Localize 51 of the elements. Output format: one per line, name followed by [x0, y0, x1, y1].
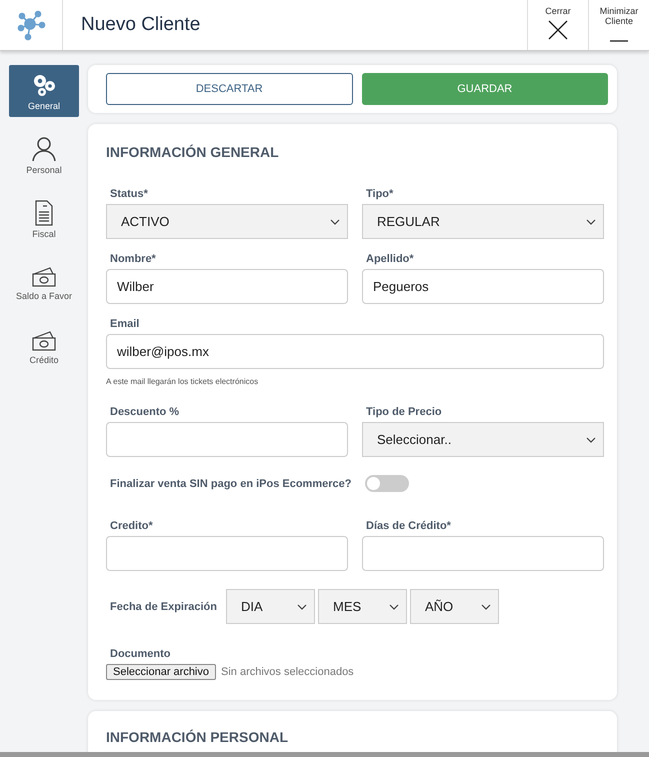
sidebar-item[interactable]: Fiscal	[9, 193, 79, 245]
field-label: Días de Crédito*	[365, 520, 452, 532]
chevron-down-icon	[481, 604, 491, 610]
header-button[interactable]: Minimizar Cliente	[588, 0, 649, 50]
file-status: Sin archivos seleccionados	[221, 666, 354, 678]
input-field[interactable]	[362, 536, 604, 571]
chevron-down-icon	[389, 604, 399, 610]
select-field[interactable]: Seleccionar..	[362, 422, 604, 457]
field-label: Descuento %	[109, 406, 180, 418]
sidebar-item[interactable]: Saldo a Favor	[9, 257, 79, 309]
input-field[interactable]: wilber@ipos.mx	[106, 334, 604, 369]
section-title: INFORMACIÓN GENERAL	[106, 144, 280, 160]
sidebar-item[interactable]: Personal	[9, 129, 79, 181]
field-hint: A este mail llegarán los tickets electrónicos	[106, 377, 260, 386]
select-field[interactable]: AÑO	[410, 589, 499, 624]
file-button[interactable]: Seleccionar archivo	[106, 664, 216, 680]
input-field[interactable]	[106, 422, 348, 457]
sidebar-item[interactable]: General	[9, 65, 79, 117]
select-field[interactable]: MES	[318, 589, 407, 624]
field-label: Tipo*	[365, 188, 394, 200]
input-field[interactable]	[106, 536, 348, 571]
field-label: Email	[109, 318, 140, 330]
select-field[interactable]: REGULAR	[362, 204, 604, 239]
field-label: Nombre*	[109, 253, 157, 265]
chevron-down-icon	[586, 436, 596, 442]
chevron-down-icon	[297, 604, 307, 610]
section-title: INFORMACIÓN PERSONAL	[106, 729, 289, 745]
money-icon	[31, 266, 57, 288]
window-title: Nuevo Cliente	[80, 14, 202, 36]
chevron-down-icon	[586, 218, 596, 224]
select-field[interactable]: DIA	[226, 589, 315, 624]
discard-button[interactable]: DESCARTAR	[106, 73, 352, 105]
input-field[interactable]: Pegueros	[362, 269, 604, 304]
sidebar-item[interactable]: Crédito	[9, 321, 79, 373]
minimize-icon	[610, 40, 628, 42]
field-label: Apellido*	[365, 253, 415, 265]
toggle-switch[interactable]	[365, 475, 410, 492]
field-label: Tipo de Precio	[365, 406, 443, 418]
field-label: Status*	[109, 188, 149, 200]
money-icon	[31, 330, 57, 352]
toggle-label: Finalizar venta SIN pago en iPos Ecommerce?	[109, 478, 352, 490]
close-icon	[548, 20, 568, 40]
input-field[interactable]: Wilber	[106, 269, 348, 304]
document-icon	[34, 200, 54, 226]
select-field[interactable]: ACTIVO	[106, 204, 348, 239]
field-label: Fecha de Expiración	[109, 600, 218, 612]
field-label: Documento	[109, 648, 172, 660]
chevron-down-icon	[330, 218, 340, 224]
field-label: Credito*	[109, 520, 154, 532]
person-icon	[31, 136, 57, 162]
header-button[interactable]: Cerrar	[527, 0, 588, 50]
